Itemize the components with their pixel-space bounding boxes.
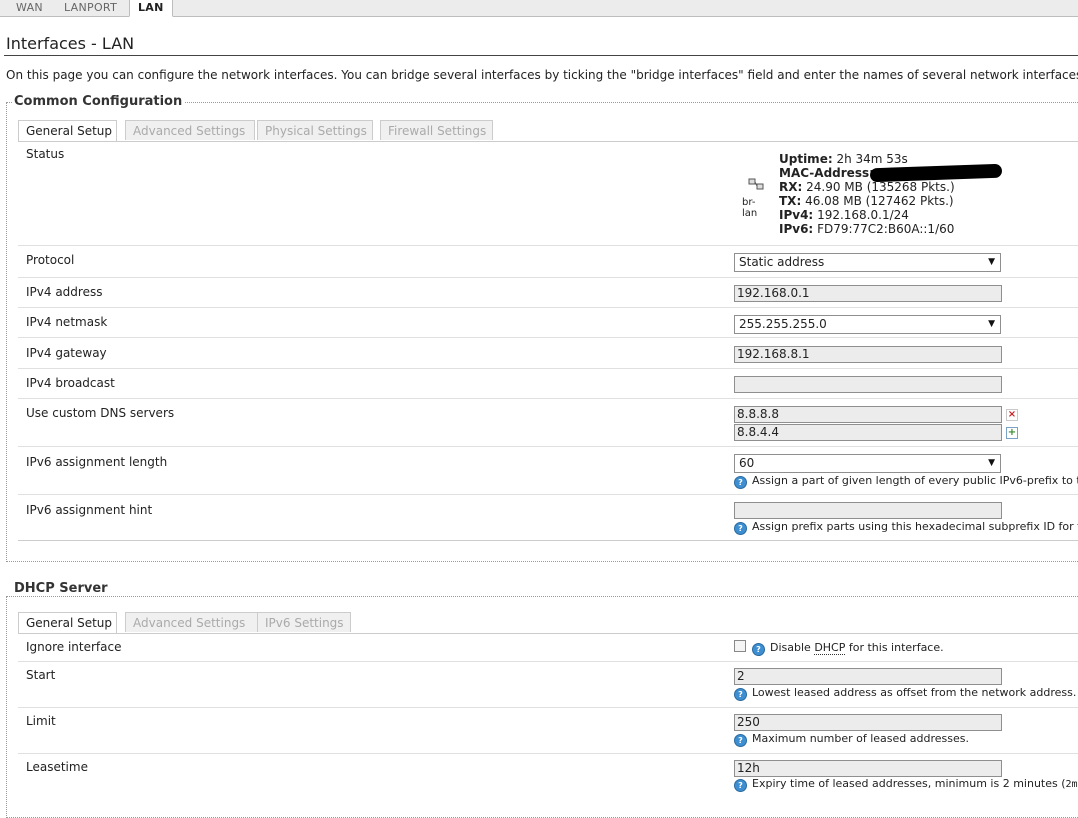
dropdown-arrow-icon: ▼	[988, 254, 995, 271]
start-hint-text: Lowest leased address as offset from the…	[752, 686, 1076, 699]
tab-advanced-settings[interactable]: Advanced Settings	[125, 120, 255, 140]
title-divider	[4, 55, 1078, 56]
start-hint: ? Lowest leased address as offset from th…	[734, 686, 1076, 701]
page-description: On this page you can configure the netwo…	[6, 68, 1078, 82]
ipv4-label: IPv4:	[779, 208, 813, 222]
ipv4-value: 192.168.0.1/24	[817, 208, 909, 222]
ipv6-length-hint: ? Assign a part of given length of every …	[734, 474, 1078, 489]
ipv4-netmask-select[interactable]: 255.255.255.0 ▼	[734, 315, 1001, 334]
ipv6-value: FD79:77C2:B60A::1/60	[817, 222, 954, 236]
top-tab-bar: WAN LANPORT LAN	[0, 0, 1078, 17]
limit-label: Limit	[26, 714, 56, 728]
dhcp-abbr: DHCP	[814, 641, 845, 655]
dns-input-1[interactable]: 8.8.8.8	[734, 406, 1002, 423]
ipv4-netmask-label: IPv4 netmask	[26, 315, 107, 329]
leasetime-hint: ? Expiry time of leased addresses, minimu…	[734, 777, 1078, 792]
ipv4-gateway-label: IPv4 gateway	[26, 346, 107, 360]
start-label: Start	[26, 668, 55, 682]
tab-lanport[interactable]: LANPORT	[56, 0, 125, 16]
tx-value: 46.08 MB (127462 Pkts.)	[805, 194, 954, 208]
page-title: Interfaces - LAN	[6, 34, 134, 53]
rx-label: RX:	[779, 180, 802, 194]
ipv4-broadcast-input[interactable]	[734, 376, 1002, 393]
mac-label: MAC-Address:	[779, 166, 874, 180]
dropdown-arrow-icon: ▼	[988, 316, 995, 333]
ipv6-hint-hint: ? Assign prefix parts using this hexadeci…	[734, 520, 1078, 535]
dhcp-server-legend: DHCP Server	[12, 581, 110, 596]
info-icon: ?	[734, 476, 747, 489]
protocol-label: Protocol	[26, 253, 74, 267]
leasetime-hint-pre: Expiry time of leased addresses, minimum…	[752, 777, 1066, 790]
tab-firewall-settings[interactable]: Firewall Settings	[380, 120, 493, 140]
status-details: Uptime: 2h 34m 53s MAC-Address: RX: 24.9…	[779, 152, 955, 236]
tab-dhcp-general-setup[interactable]: General Setup	[18, 612, 117, 634]
ipv6-length-select[interactable]: 60 ▼	[734, 454, 1001, 473]
ipv6-hint-label: IPv6 assignment hint	[26, 503, 152, 517]
ipv6-length-value: 60	[739, 456, 754, 470]
ipv6-length-hint-text: Assign a part of given length of every p…	[752, 474, 1078, 487]
ipv4-gateway-input[interactable]: 192.168.8.1	[734, 346, 1002, 363]
tab-dhcp-advanced-settings[interactable]: Advanced Settings	[125, 612, 267, 632]
uptime-label: Uptime:	[779, 152, 833, 166]
network-bridge-icon	[748, 178, 764, 190]
status-label: Status	[26, 147, 64, 161]
tab-general-setup[interactable]: General Setup	[18, 120, 117, 142]
dns-label: Use custom DNS servers	[26, 406, 174, 420]
info-icon: ?	[752, 643, 765, 656]
uptime-value: 2h 34m 53s	[836, 152, 907, 166]
ignore-interface-checkbox[interactable]	[734, 640, 746, 652]
info-icon: ?	[734, 734, 747, 747]
ipv6-label: IPv6:	[779, 222, 813, 236]
add-dns-icon[interactable]: +	[1006, 427, 1018, 439]
ipv6-hint-hint-text: Assign prefix parts using this hexadecim…	[752, 520, 1078, 533]
start-input[interactable]: 2	[734, 668, 1002, 685]
dns-input-2[interactable]: 8.8.4.4	[734, 424, 1002, 441]
tab-dhcp-ipv6-settings[interactable]: IPv6 Settings	[257, 612, 351, 632]
ignore-hint-post: for this interface.	[845, 641, 943, 654]
remove-dns-icon[interactable]: ×	[1006, 409, 1018, 421]
leasetime-hint-code: 2m	[1066, 779, 1078, 790]
tab-lan[interactable]: LAN	[129, 0, 173, 17]
info-icon: ?	[734, 688, 747, 701]
dropdown-arrow-icon: ▼	[988, 455, 995, 472]
protocol-select[interactable]: Static address ▼	[734, 253, 1001, 272]
ipv4-address-input[interactable]: 192.168.0.1	[734, 285, 1002, 302]
leasetime-input[interactable]: 12h	[734, 760, 1002, 777]
ipv4-address-label: IPv4 address	[26, 285, 102, 299]
ignore-interface-label: Ignore interface	[26, 640, 122, 654]
tab-physical-settings[interactable]: Physical Settings	[257, 120, 373, 140]
rx-value: 24.90 MB (135268 Pkts.)	[806, 180, 955, 194]
ignore-interface-control: ? Disable DHCP for this interface.	[734, 640, 944, 656]
info-icon: ?	[734, 522, 747, 535]
limit-hint: ? Maximum number of leased addresses.	[734, 732, 969, 747]
info-icon: ?	[734, 779, 747, 792]
ignore-hint-pre: Disable	[770, 641, 814, 654]
limit-input[interactable]: 250	[734, 714, 1002, 731]
ipv4-netmask-value: 255.255.255.0	[739, 317, 827, 331]
ipv6-hint-input[interactable]	[734, 502, 1002, 519]
tab-wan[interactable]: WAN	[8, 0, 51, 16]
tx-label: TX:	[779, 194, 801, 208]
protocol-value: Static address	[739, 255, 824, 269]
limit-hint-text: Maximum number of leased addresses.	[752, 732, 969, 745]
common-configuration-legend: Common Configuration	[12, 94, 184, 109]
interface-name: br-lan	[742, 197, 757, 219]
ipv4-broadcast-label: IPv4 broadcast	[26, 376, 115, 390]
leasetime-label: Leasetime	[26, 760, 88, 774]
ipv6-length-label: IPv6 assignment length	[26, 455, 167, 469]
